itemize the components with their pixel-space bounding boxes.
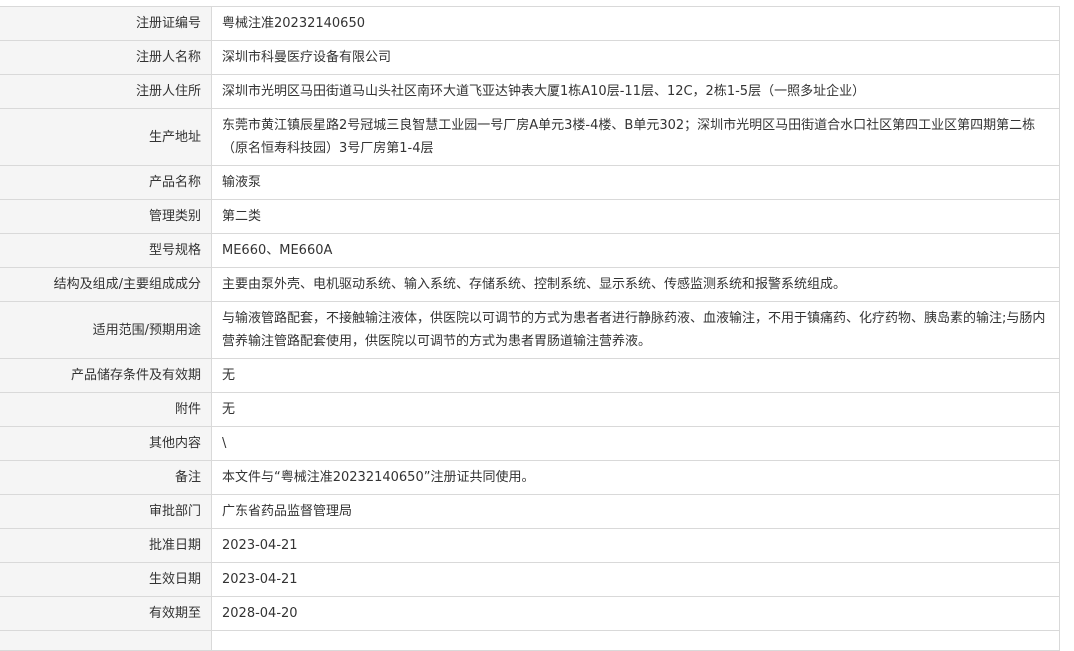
field-value: 2023-04-21 [211,528,1060,563]
field-value: 深圳市科曼医疗设备有限公司 [211,40,1060,75]
field-value: 输液泵 [211,165,1060,200]
field-value: 2023-04-21 [211,562,1060,597]
field-value: 2028-04-20 [211,596,1060,631]
field-label: 有效期至 [0,596,212,631]
field-label: 型号规格 [0,233,212,268]
field-value: 第二类 [211,199,1060,234]
field-value: 无 [211,392,1060,427]
field-value: ME660、ME660A [211,233,1060,268]
table-row: 产品名称 输液泵 [0,165,1060,200]
field-value: 粤械注准20232140650 [211,6,1060,41]
table-row: 有效期至 2028-04-20 [0,596,1060,631]
field-value [211,630,1060,651]
table-row: 管理类别 第二类 [0,199,1060,234]
table-row: 其他内容 \ [0,426,1060,461]
field-label: 注册人住所 [0,74,212,109]
field-label: 注册人名称 [0,40,212,75]
table-row [0,630,1060,651]
field-label: 备注 [0,460,212,495]
field-value: 广东省药品监督管理局 [211,494,1060,529]
field-value: 本文件与“粤械注准20232140650”注册证共同使用。 [211,460,1060,495]
field-label [0,630,212,651]
field-label: 注册证编号 [0,6,212,41]
field-label: 适用范围/预期用途 [0,301,212,359]
table-row: 生效日期 2023-04-21 [0,562,1060,597]
field-label: 审批部门 [0,494,212,529]
field-value: 主要由泵外壳、电机驱动系统、输入系统、存储系统、控制系统、显示系统、传感监测系统… [211,267,1060,302]
field-label: 产品名称 [0,165,212,200]
table-row: 型号规格 ME660、ME660A [0,233,1060,268]
table-row: 注册证编号 粤械注准20232140650 [0,6,1060,41]
field-label: 批准日期 [0,528,212,563]
table-row: 适用范围/预期用途 与输液管路配套，不接触输注液体，供医院以可调节的方式为患者者… [0,301,1060,359]
table-row: 生产地址 东莞市黄江镇辰星路2号冠城三良智慧工业园一号厂房A单元3楼-4楼、B单… [0,108,1060,166]
field-label: 其他内容 [0,426,212,461]
table-row: 附件 无 [0,392,1060,427]
field-label: 管理类别 [0,199,212,234]
table-row: 审批部门 广东省药品监督管理局 [0,494,1060,529]
field-value: 深圳市光明区马田街道马山头社区南环大道飞亚达钟表大厦1栋A10层-11层、12C… [211,74,1060,109]
field-label: 产品储存条件及有效期 [0,358,212,393]
registration-detail-table: 注册证编号 粤械注准20232140650 注册人名称 深圳市科曼医疗设备有限公… [0,6,1060,651]
field-value: 无 [211,358,1060,393]
table-row: 注册人名称 深圳市科曼医疗设备有限公司 [0,40,1060,75]
field-label: 生效日期 [0,562,212,597]
field-value: \ [211,426,1060,461]
table-row: 产品储存条件及有效期 无 [0,358,1060,393]
table-row: 备注 本文件与“粤械注准20232140650”注册证共同使用。 [0,460,1060,495]
field-value: 与输液管路配套，不接触输注液体，供医院以可调节的方式为患者者进行静脉药液、血液输… [211,301,1060,359]
field-label: 结构及组成/主要组成成分 [0,267,212,302]
table-row: 注册人住所 深圳市光明区马田街道马山头社区南环大道飞亚达钟表大厦1栋A10层-1… [0,74,1060,109]
table-row: 结构及组成/主要组成成分 主要由泵外壳、电机驱动系统、输入系统、存储系统、控制系… [0,267,1060,302]
field-label: 附件 [0,392,212,427]
field-label: 生产地址 [0,108,212,166]
table-row: 批准日期 2023-04-21 [0,528,1060,563]
field-value: 东莞市黄江镇辰星路2号冠城三良智慧工业园一号厂房A单元3楼-4楼、B单元302；… [211,108,1060,166]
